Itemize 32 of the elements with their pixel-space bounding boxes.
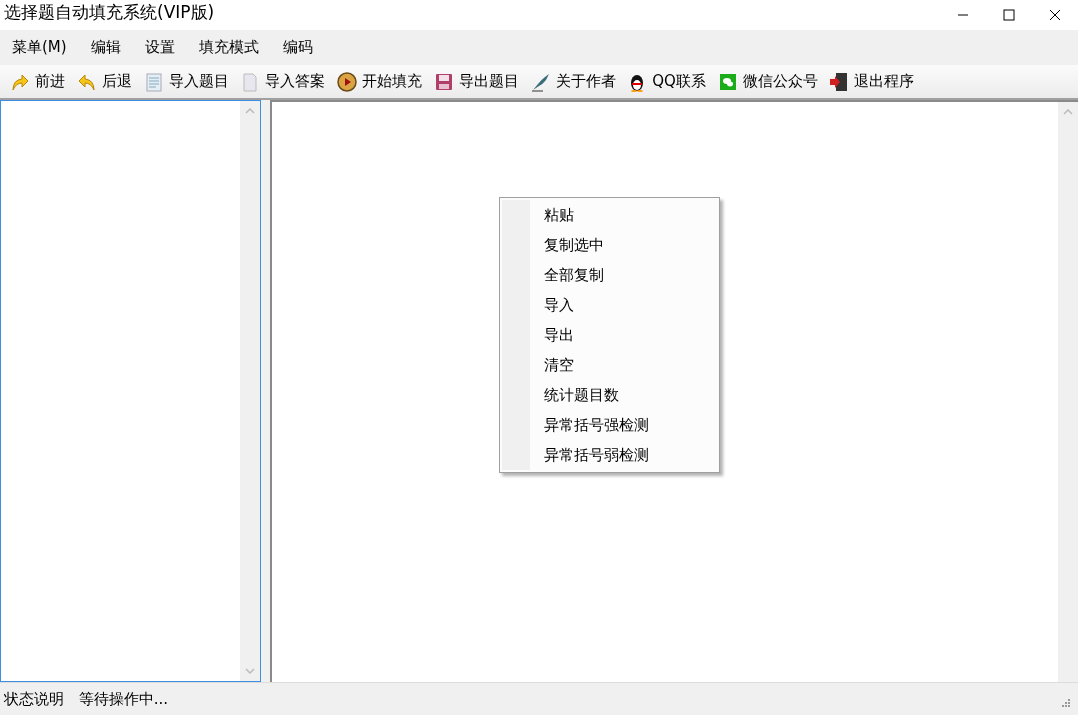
menu-item[interactable]: 菜单(M) — [0, 30, 79, 65]
toolbar-button[interactable]: 退出程序 — [825, 65, 919, 98]
menu-item[interactable]: 编码 — [270, 30, 325, 65]
menu-item[interactable]: 编辑 — [78, 30, 133, 65]
scrollbar[interactable] — [240, 101, 260, 681]
status-label: 状态说明 — [3, 688, 64, 710]
toolbar-button[interactable]: 关于作者 — [526, 65, 620, 98]
menu-item[interactable]: 填充模式 — [186, 30, 271, 65]
toolbar-button[interactable]: 微信公众号 — [713, 65, 822, 98]
toolbar-button[interactable]: 后退 — [72, 65, 136, 98]
toolbar-button[interactable]: QQ联系 — [623, 65, 710, 98]
toolbar-button[interactable]: 导入答案 — [236, 65, 330, 98]
menu-item[interactable]: 设置 — [132, 30, 187, 65]
scroll-down-icon[interactable] — [245, 668, 255, 674]
maximize-icon — [1003, 9, 1015, 21]
toolbar-button[interactable]: 开始填充 — [333, 65, 426, 98]
splitter-handle[interactable] — [261, 100, 270, 682]
play-icon — [337, 71, 357, 92]
quill-pen-icon — [530, 71, 551, 92]
window-title: 选择题自动填充系统(VIP版) — [3, 1, 215, 24]
close-icon — [1049, 9, 1061, 21]
resize-grip-icon[interactable] — [1060, 697, 1071, 708]
scroll-up-icon[interactable] — [1063, 109, 1073, 115]
status-message: 等待操作中... — [78, 688, 169, 710]
chat-icon — [717, 71, 738, 92]
toolbar-button[interactable]: 导出题目 — [429, 65, 523, 98]
scroll-up-icon[interactable] — [245, 108, 255, 114]
document-icon — [143, 71, 164, 92]
scrollbar[interactable] — [1058, 102, 1078, 682]
toolbar-button[interactable]: 前进 — [6, 65, 69, 98]
exit-door-icon — [829, 71, 850, 92]
toolbar-button[interactable]: 导入题目 — [139, 65, 233, 98]
